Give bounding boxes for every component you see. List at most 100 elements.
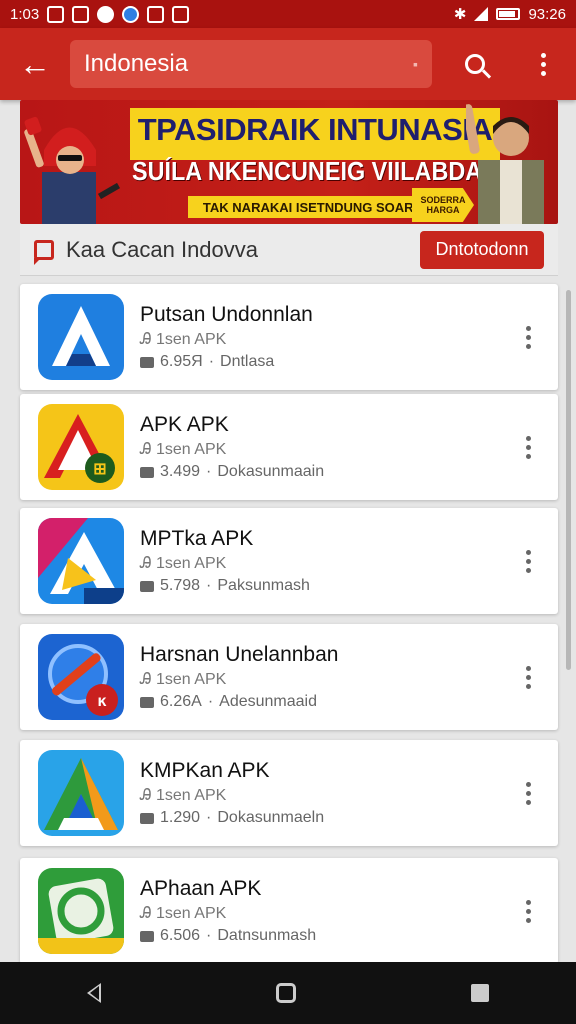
list-item[interactable]: ⊞ APK APK Ꭿ 1sen APK 3.499 · Dokasunmaai… bbox=[20, 394, 558, 500]
svg-text:ĸ: ĸ bbox=[98, 693, 107, 710]
package-icon bbox=[140, 930, 154, 942]
item-more-button[interactable] bbox=[520, 657, 536, 697]
more-vert-icon bbox=[540, 52, 546, 58]
package-icon bbox=[140, 466, 154, 478]
app-icon-4: ĸ bbox=[38, 634, 124, 720]
nav-back-icon bbox=[87, 983, 102, 1003]
search-query: Indonesia bbox=[84, 50, 189, 77]
package-icon bbox=[140, 696, 154, 708]
meta-separator: · bbox=[206, 577, 212, 594]
search-field-indicator: ▪ bbox=[413, 56, 418, 72]
app-name: APK APK bbox=[140, 413, 229, 436]
app-subtitle: Ꭿ 1sen APK bbox=[140, 555, 227, 572]
section-title: Kaa Cacan Indovva bbox=[66, 236, 259, 262]
mascot-illustration bbox=[24, 116, 121, 224]
person-illustration bbox=[466, 104, 544, 224]
image-notification-icon bbox=[72, 5, 90, 23]
download-button[interactable]: Dntotodonn bbox=[420, 230, 544, 269]
more-vert-icon bbox=[525, 899, 531, 905]
search-icon bbox=[465, 54, 485, 74]
nav-recent-button[interactable] bbox=[470, 984, 489, 1002]
download-notification-icon bbox=[172, 5, 190, 23]
banner-title: TPASIDRAIK INTUNASIA bbox=[137, 112, 493, 147]
app-name: Putsan Undonnlan bbox=[140, 303, 313, 326]
app-notification-icon bbox=[122, 5, 140, 23]
nav-recent-icon bbox=[470, 984, 489, 1002]
item-more-button[interactable] bbox=[520, 541, 536, 581]
nav-home-icon bbox=[275, 983, 296, 1003]
app-subtitle: Ꭿ 1sen APK bbox=[140, 787, 227, 804]
item-more-button[interactable] bbox=[520, 427, 536, 467]
battery-icon bbox=[496, 8, 521, 20]
status-bar: 1:03 ✱ 93:26 bbox=[0, 0, 576, 28]
overflow-menu-button[interactable] bbox=[518, 28, 568, 100]
section-header: Kaa Cacan Indovva Dntotodonn bbox=[20, 224, 558, 276]
meta-separator: · bbox=[206, 809, 212, 826]
app-meta: 5.798 · Paksunmash bbox=[140, 577, 310, 595]
app-icon-6 bbox=[38, 868, 124, 954]
app-meta: 1.290 · Dokasunmaeln bbox=[140, 809, 324, 827]
more-vert-icon bbox=[525, 435, 531, 441]
app-size: 5.798 bbox=[160, 577, 201, 594]
bluetooth-icon: ✱ bbox=[453, 6, 467, 23]
status-clock: 93:26 bbox=[528, 5, 566, 23]
photo-notification-icon bbox=[147, 5, 165, 23]
app-size: 3.499 bbox=[160, 463, 201, 480]
meta-separator: · bbox=[208, 353, 215, 370]
list-item[interactable]: KMPKan APK Ꭿ 1sen APK 1.290 · Dokasunmae… bbox=[20, 740, 558, 846]
signal-icon bbox=[474, 7, 489, 21]
app-size: 6.26Α bbox=[160, 693, 202, 710]
nav-back-button[interactable] bbox=[87, 983, 102, 1003]
gallery-notification-icon bbox=[47, 5, 65, 23]
app-icon-2: ⊞ bbox=[38, 404, 124, 490]
meta-separator: · bbox=[206, 927, 212, 944]
meta-separator: · bbox=[207, 693, 214, 710]
app-meta-label: Dntlasa bbox=[220, 353, 275, 370]
search-button[interactable] bbox=[432, 28, 518, 100]
app-meta: 6.506 · Datnsunmash bbox=[140, 927, 316, 945]
item-more-button[interactable] bbox=[520, 773, 536, 813]
app-meta: 6.26Α · Adesunmaaid bbox=[140, 693, 338, 711]
list-item[interactable]: APhaan APK Ꭿ 1sen APK 6.506 · Datnsunmas… bbox=[20, 858, 558, 964]
app-size: 6.506 bbox=[160, 927, 201, 944]
status-time: 1:03 bbox=[10, 5, 40, 23]
app-bar: ← Indonesia ▪ bbox=[0, 28, 576, 100]
list-item[interactable]: ĸ Harsnan Unelannban Ꭿ 1sen APK 6.26Α · … bbox=[20, 624, 558, 730]
package-icon bbox=[140, 580, 154, 592]
app-icon-3 bbox=[38, 518, 124, 604]
meta-separator: · bbox=[206, 463, 212, 480]
banner-badge: SODERRA HARGA bbox=[412, 188, 474, 222]
banner-tagline: TAK NARAKAI ISETNDUNG SOARCO bbox=[188, 196, 448, 218]
back-button[interactable]: ← bbox=[0, 28, 70, 100]
app-name: Harsnan Unelannban bbox=[140, 643, 339, 666]
app-meta: 6.95Я · Dntlasa bbox=[140, 353, 313, 371]
app-name: APhaan APK bbox=[140, 877, 262, 900]
nav-home-button[interactable] bbox=[275, 983, 296, 1003]
app-meta-label: Adesunmaaid bbox=[219, 693, 317, 710]
package-icon bbox=[140, 812, 154, 824]
list-item[interactable]: Putsan Undonnlan Ꭿ 1sen APK 6.95Я · Dntl… bbox=[20, 284, 558, 390]
app-subtitle: Ꭿ 1sen APK bbox=[140, 671, 227, 688]
item-more-button[interactable] bbox=[520, 317, 536, 357]
app-name: KMPKan APK bbox=[140, 759, 270, 782]
app-subtitle: Ꭿ 1sen APK bbox=[140, 331, 227, 348]
back-arrow-icon: ← bbox=[19, 45, 51, 82]
list-item[interactable]: MPTka APK Ꭿ 1sen APK 5.798 · Paksunmash bbox=[20, 508, 558, 614]
app-meta: 3.499 · Dokasunmaain bbox=[140, 463, 324, 481]
app-meta-label: Dokasunmaain bbox=[217, 463, 325, 480]
app-icon-5 bbox=[38, 750, 124, 836]
app-meta-label: Dokasunmaeln bbox=[217, 809, 325, 826]
app-name: MPTka APK bbox=[140, 527, 254, 550]
promo-banner[interactable]: TPASIDRAIK INTUNASIA SUÍLA NKENCUNEIG VI… bbox=[20, 100, 558, 224]
item-more-button[interactable] bbox=[520, 891, 536, 931]
app-size: 6.95Я bbox=[160, 353, 203, 370]
scrollbar[interactable] bbox=[566, 290, 571, 670]
package-icon bbox=[140, 356, 154, 368]
app-subtitle: Ꭿ 1sen APK bbox=[140, 905, 227, 922]
svg-text:⊞: ⊞ bbox=[93, 461, 106, 478]
heart-notification-icon bbox=[97, 5, 115, 23]
more-vert-icon bbox=[525, 549, 531, 555]
app-meta-label: Paksunmash bbox=[217, 577, 310, 594]
system-nav-bar bbox=[0, 962, 576, 1024]
search-input[interactable]: Indonesia ▪ bbox=[70, 40, 432, 88]
